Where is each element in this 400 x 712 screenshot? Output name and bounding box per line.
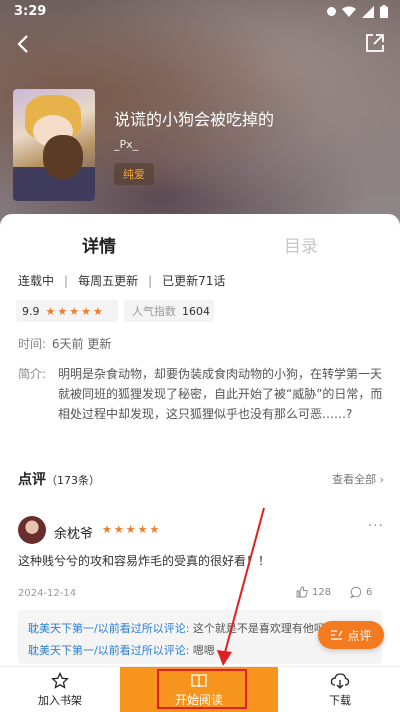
highlight-annotation-box xyxy=(157,669,247,709)
star-icon: ★ xyxy=(149,523,160,536)
reply-author: 耽美天下第一/以前看过所以评论: xyxy=(28,622,190,635)
tab-toc[interactable]: 目录 xyxy=(284,232,318,257)
star-outline-icon xyxy=(51,672,69,689)
star-icon: ★ xyxy=(69,304,80,318)
detail-card: 详情 目录 连载中 | 每周五更新 | 已更新71话 9.9 ★ ★ ★ ★ ★… xyxy=(0,214,400,666)
synopsis-label: 简介: xyxy=(18,367,47,381)
reply-preview: 耽美天下第一/以前看过所以评论: 这个就是不是喜欢理有他吗哥 xyxy=(28,620,328,636)
cloud-download-icon xyxy=(330,673,350,689)
rating-score: 9.9 xyxy=(22,304,40,318)
comments-heading: 点评（173条） xyxy=(18,469,100,489)
chevron-right-icon: › xyxy=(379,473,384,486)
popularity-value: 1604 xyxy=(182,304,210,318)
book-author: _Px_ xyxy=(114,138,139,151)
download-button[interactable]: 下载 xyxy=(310,667,370,712)
download-label: 下载 xyxy=(329,694,351,707)
status-icons xyxy=(327,5,388,18)
add-to-shelf-button[interactable]: 加入书架 xyxy=(30,667,90,712)
notification-icon xyxy=(327,7,336,16)
genre-tag[interactable]: 纯爱 xyxy=(114,163,154,185)
write-review-button[interactable]: 点评 xyxy=(318,621,384,649)
like-button[interactable]: 128 xyxy=(296,586,331,598)
add-to-shelf-label: 加入书架 xyxy=(38,694,82,707)
update-time-label: 时间: xyxy=(18,337,47,351)
share-icon[interactable] xyxy=(364,32,386,54)
popularity-box: 人气指数 1604 xyxy=(124,300,214,322)
rating-stars: ★ ★ ★ ★ ★ xyxy=(46,306,103,317)
comment-stars: ★ ★ ★ ★ ★ xyxy=(102,524,159,535)
synopsis: 简介: 明明是杂食动物，却要伪装成食肉动物的小狗，在转学第一天就被同班的狐狸发现… xyxy=(18,364,388,424)
signal-icon xyxy=(362,5,374,18)
popularity-label: 人气指数 xyxy=(132,305,176,318)
star-icon: ★ xyxy=(102,523,112,536)
tab-detail[interactable]: 详情 xyxy=(74,232,126,257)
serial-status: 连载中 xyxy=(18,274,55,288)
edit-lines-icon xyxy=(331,630,344,640)
star-icon: ★ xyxy=(57,304,68,318)
book-cover-image xyxy=(13,89,95,201)
reply-text: 嗯嗯 xyxy=(189,644,215,657)
meta-divider: | xyxy=(148,273,153,288)
update-schedule: 每周五更新 xyxy=(78,274,139,288)
reply-preview: 耽美天下第一/以前看过所以评论: 嗯嗯 xyxy=(28,642,328,658)
update-time-value: 6天前 更新 xyxy=(51,337,112,351)
comment-text: 这种贱兮兮的攻和容易炸毛的受真的很好看！！ xyxy=(18,554,271,568)
book-meta-row: 连载中 | 每周五更新 | 已更新71话 xyxy=(18,272,225,289)
comment-bubble-icon xyxy=(350,586,362,598)
reply-count: 6 xyxy=(366,586,373,598)
avatar[interactable] xyxy=(18,516,46,544)
more-options-icon[interactable]: ··· xyxy=(368,518,384,534)
reply-author: 耽美天下第一/以前看过所以评论: xyxy=(28,644,190,657)
rating-box: 9.9 ★ ★ ★ ★ ★ xyxy=(16,300,118,322)
star-icon: ★ xyxy=(137,523,148,536)
comment-date: 2024-12-14 xyxy=(18,588,77,599)
meta-divider: | xyxy=(64,273,69,288)
comment-username[interactable]: 余枕爷 xyxy=(54,523,93,542)
comments-title: 点评 xyxy=(18,472,46,488)
status-time: 3:29 xyxy=(14,4,47,19)
book-title: 说谎的小狗会被吃掉的 xyxy=(114,110,275,129)
chapter-count: 已更新71话 xyxy=(162,274,226,288)
star-icon: ★ xyxy=(125,523,136,536)
star-icon: ★ xyxy=(93,304,103,318)
reply-text: 这个就是不是喜欢理有他吗哥 xyxy=(189,622,328,635)
see-all-comments-link[interactable]: 查看全部 › xyxy=(332,471,384,487)
status-bar: 3:29 xyxy=(0,0,400,24)
reply-button[interactable]: 6 xyxy=(350,586,372,598)
star-icon: ★ xyxy=(45,304,56,318)
wifi-icon xyxy=(342,6,356,17)
like-count: 128 xyxy=(312,586,332,598)
book-hero-background: 3:29 说谎的小狗会被吃掉的 _Px_ 纯爱 xyxy=(0,0,400,232)
thumbs-up-icon xyxy=(296,586,308,598)
synopsis-text: 明明是杂食动物，却要伪装成食肉动物的小狗，在转学第一天就被同班的狐狸发现了秘密，… xyxy=(58,367,383,421)
star-icon: ★ xyxy=(81,304,91,318)
star-icon: ★ xyxy=(113,523,124,536)
back-arrow-icon[interactable] xyxy=(12,32,36,56)
write-review-label: 点评 xyxy=(347,628,372,643)
comments-count: （173条） xyxy=(46,474,100,487)
see-all-label: 查看全部 xyxy=(332,473,377,486)
update-time-row: 时间: 6天前 更新 xyxy=(18,335,111,352)
battery-icon xyxy=(380,5,388,18)
